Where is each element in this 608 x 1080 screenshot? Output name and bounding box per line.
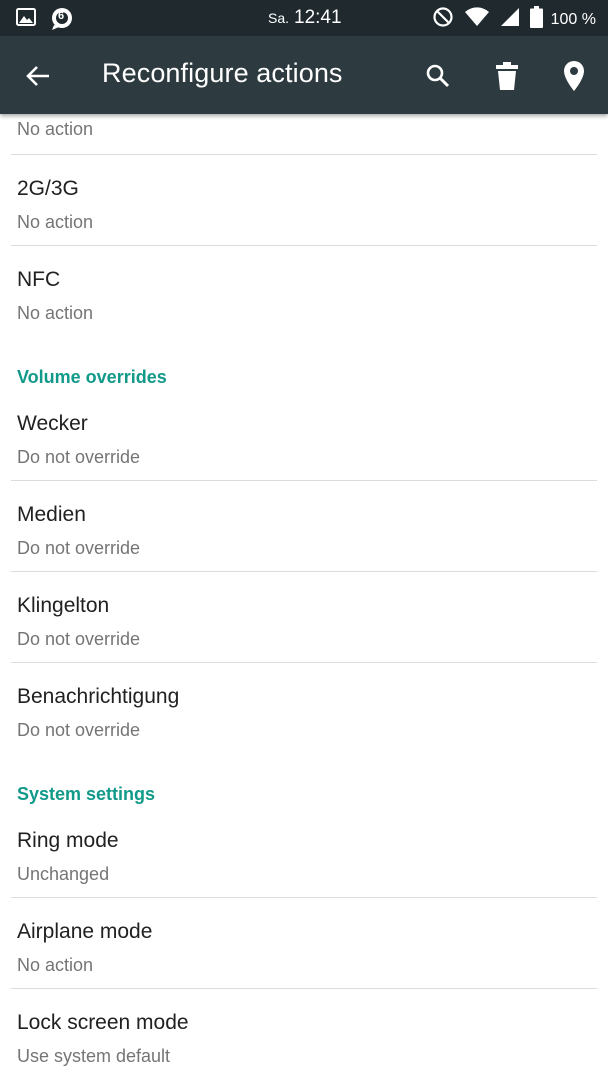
list-item-medien[interactable]: Medien Do not override xyxy=(0,481,608,571)
list-item-subtitle: No action xyxy=(17,212,94,232)
list-item-title: Medien xyxy=(17,503,86,526)
list-item-subtitle: Do not override xyxy=(17,629,141,649)
app-bar: Reconfigure actions xyxy=(0,36,608,114)
list-item-title: NFC xyxy=(17,268,61,291)
list-item-wecker[interactable]: Wecker Do not override xyxy=(0,390,608,480)
list-item-title: Lock screen mode xyxy=(17,1011,189,1034)
list-item-subtitle: No action xyxy=(17,119,94,139)
list-item-ring-mode[interactable]: Ring mode Unchanged xyxy=(0,807,608,897)
list-item-title: Airplane mode xyxy=(17,920,153,943)
list-item-title: Ring mode xyxy=(17,829,119,852)
list-item-title: Benachrichtigung xyxy=(17,685,180,708)
delete-button[interactable] xyxy=(489,58,525,94)
list-item-title: Wecker xyxy=(17,412,88,435)
list-item-subtitle: Do not override xyxy=(17,447,141,467)
notification-badge: 6 xyxy=(58,10,65,22)
list-item-lock-screen-mode[interactable]: Lock screen mode Use system default xyxy=(0,989,608,1079)
list-item-airplane-mode[interactable]: Airplane mode No action xyxy=(0,898,608,988)
list-item-subtitle: Do not override xyxy=(17,720,141,740)
list-item-benachrichtigung[interactable]: Benachrichtigung Do not override xyxy=(0,663,608,753)
list-item-subtitle: No action xyxy=(17,955,94,975)
list-item-nfc[interactable]: NFC No action xyxy=(0,246,608,336)
list-item-partial[interactable]: No action xyxy=(0,114,608,156)
back-button[interactable] xyxy=(20,58,56,94)
status-day: Sa. xyxy=(268,10,290,26)
list-item-title: Klingelton xyxy=(17,594,110,617)
list-item-title: 2G/3G xyxy=(17,177,79,200)
chat-notification-icon: 6 xyxy=(50,7,74,31)
list-item-subtitle: Unchanged xyxy=(17,864,110,884)
wifi-icon xyxy=(464,7,490,32)
search-icon xyxy=(426,64,450,88)
search-button[interactable] xyxy=(420,58,456,94)
arrow-back-icon xyxy=(26,66,49,86)
status-time: 12:41 xyxy=(294,7,342,28)
gallery-notification-icon xyxy=(16,7,36,31)
section-header-system-settings: System settings xyxy=(17,784,156,804)
list-item-subtitle: Do not override xyxy=(17,538,141,558)
cell-signal-icon xyxy=(500,7,520,32)
section-header-volume-overrides: Volume overrides xyxy=(17,367,167,387)
list-item-subtitle: Use system default xyxy=(17,1046,171,1066)
battery-percentage: 100 % xyxy=(550,10,596,28)
trash-icon xyxy=(496,62,518,90)
location-button[interactable] xyxy=(556,58,592,94)
list-item-subtitle: No action xyxy=(17,303,94,323)
location-pin-icon xyxy=(564,61,584,91)
list-item-2g3g[interactable]: 2G/3G No action xyxy=(0,155,608,245)
page-title: Reconfigure actions xyxy=(102,58,343,88)
do-not-disturb-icon xyxy=(432,6,454,33)
status-bar: 6 Sa. 12:41 100 % xyxy=(0,0,608,36)
list-item-klingelton[interactable]: Klingelton Do not override xyxy=(0,572,608,662)
battery-icon xyxy=(529,6,543,33)
